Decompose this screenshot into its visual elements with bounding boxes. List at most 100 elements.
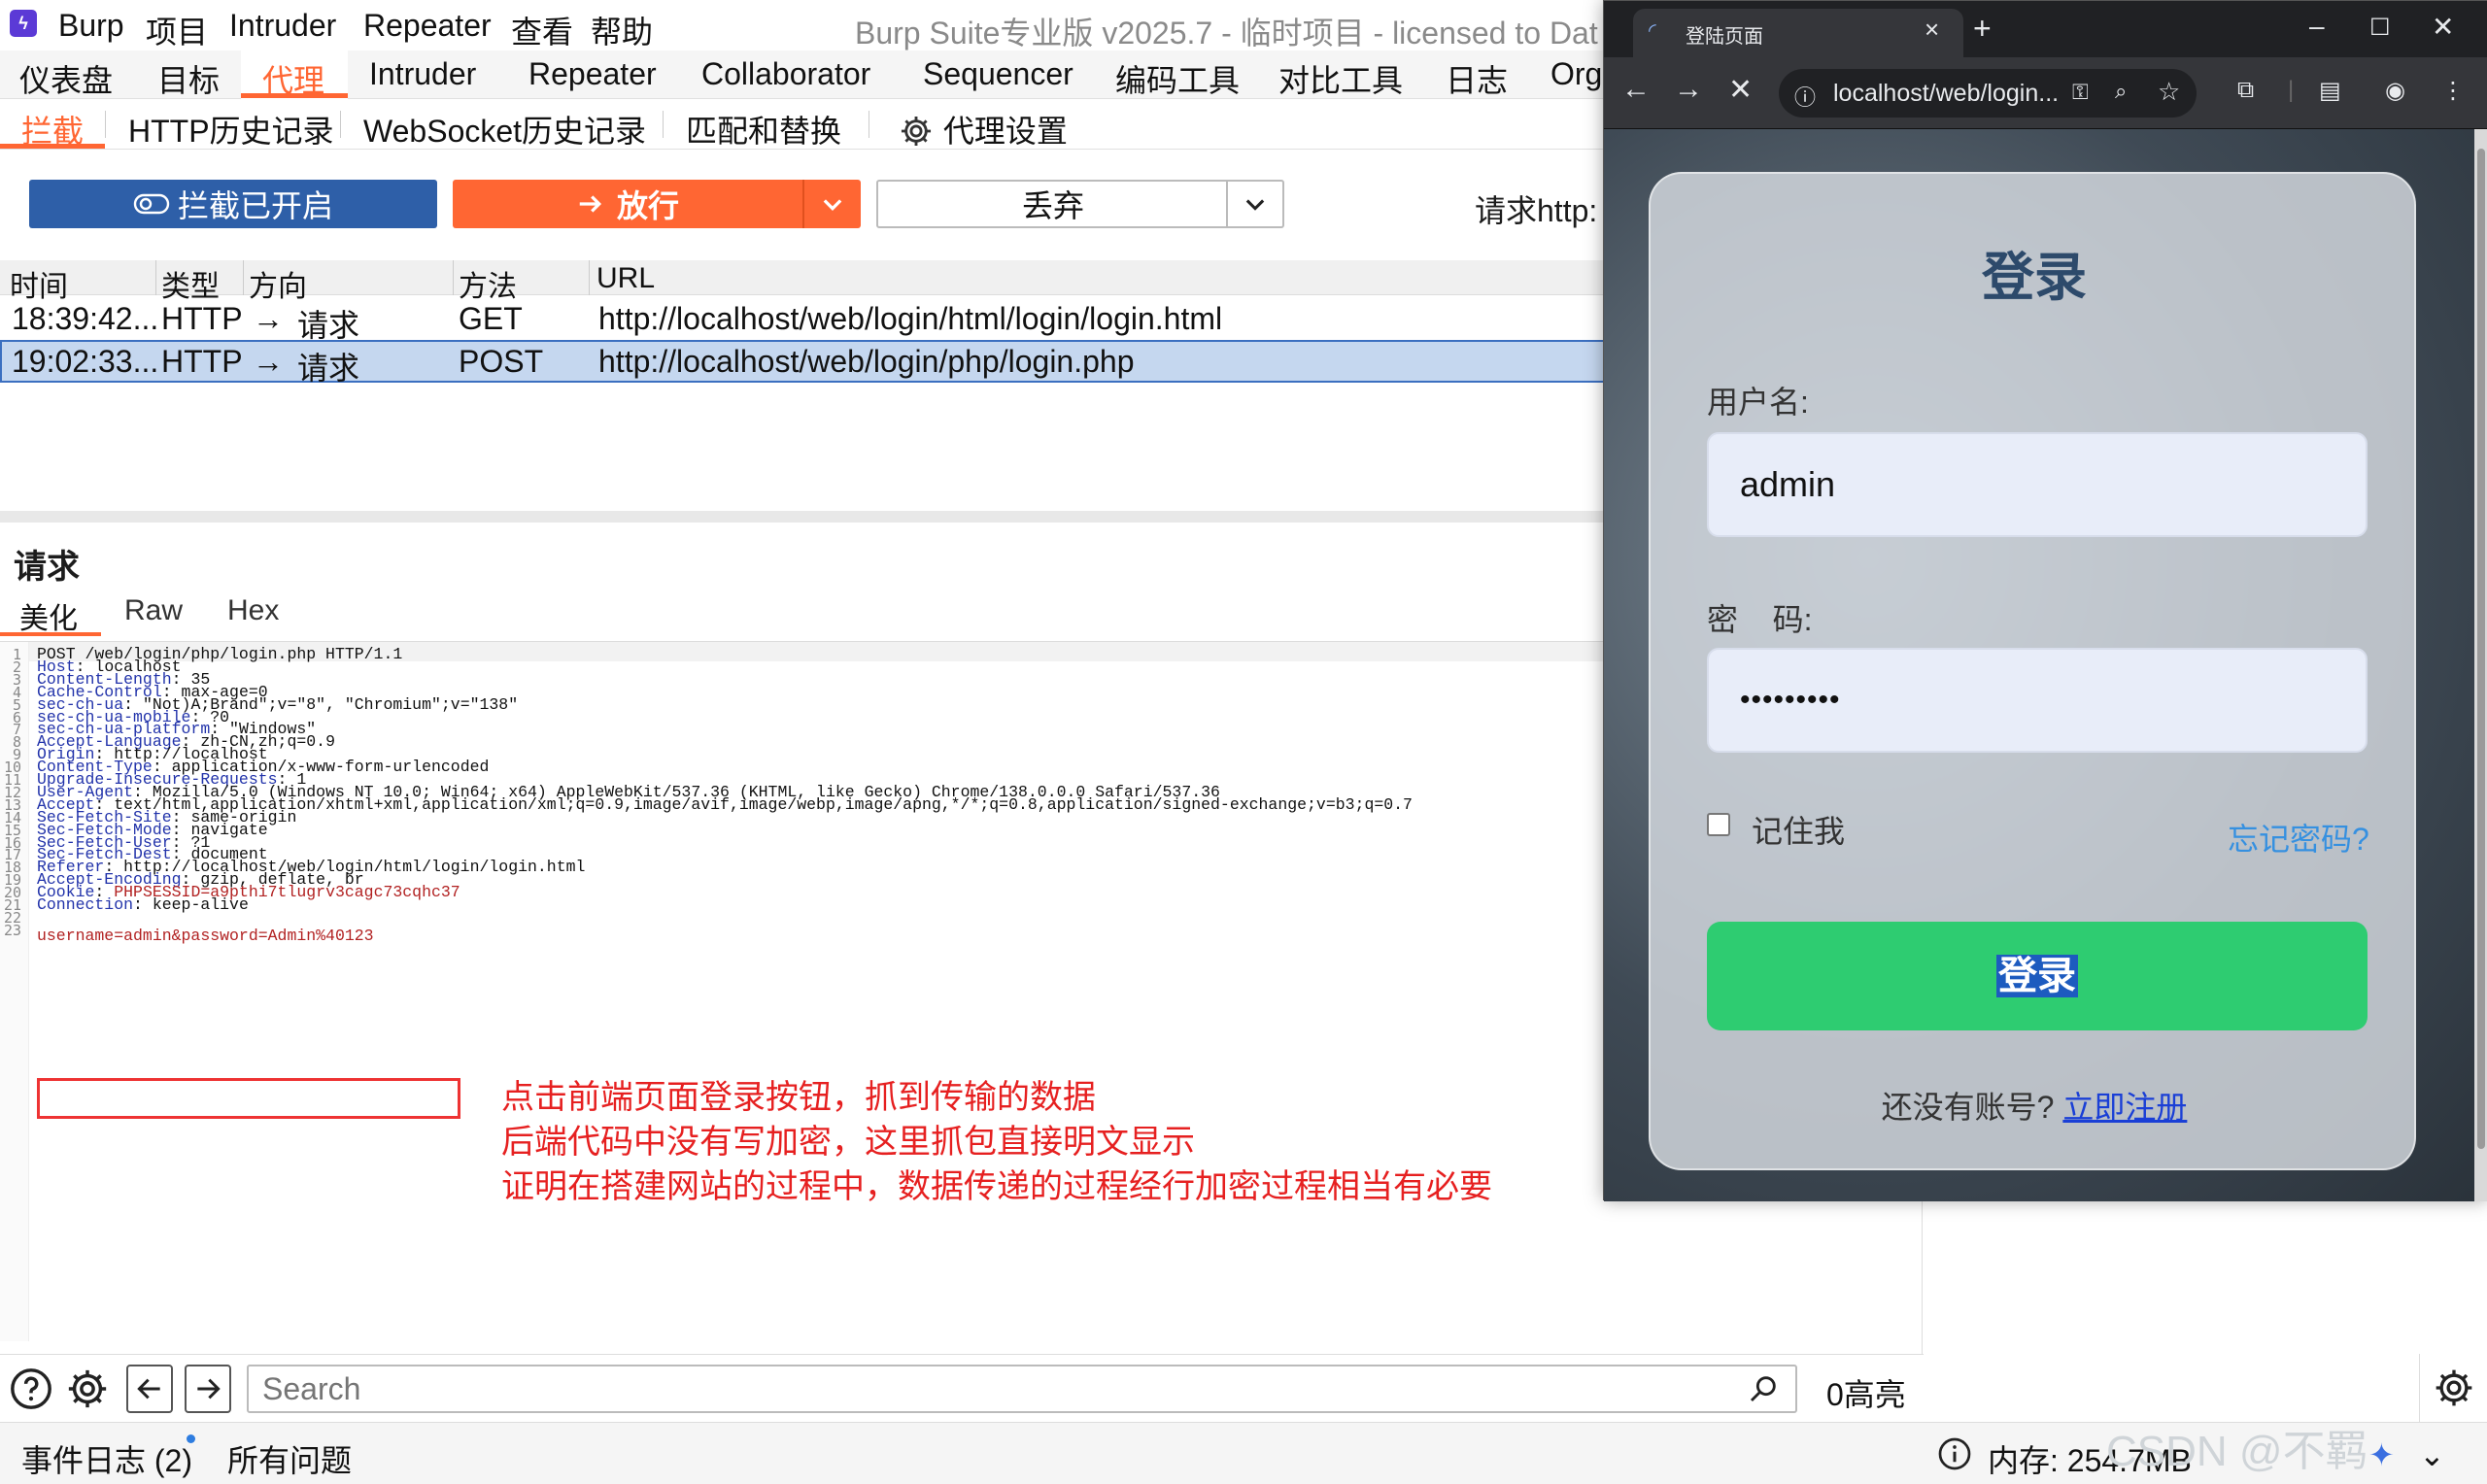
browser-tab-bar: ◜ 登陆页面 × + – ☐ ✕ [1604,1,2487,57]
zoom-icon[interactable]: ⌕ [2115,79,2127,104]
back-icon[interactable]: ← [1621,73,1651,106]
intercept-toggle-button[interactable]: 拦截已开启 [29,180,437,228]
login-button[interactable]: 登录 [1707,922,2368,1030]
menu-project[interactable]: 项目 [146,8,208,52]
scrollbar[interactable] [2474,129,2487,1201]
tab-decoder[interactable]: 编码工具 [1115,56,1240,101]
tab-organizer[interactable]: Org [1550,56,1602,92]
search-input[interactable] [247,1365,1797,1413]
notification-dot [187,1434,195,1443]
col-url[interactable]: URL [596,262,655,295]
tab-comparer[interactable]: 对比工具 [1278,56,1403,101]
browser-tab[interactable]: ◜ 登陆页面 × [1633,9,1963,57]
next-match-icon[interactable] [185,1365,231,1413]
tab-proxy-settings[interactable]: 代理设置 [898,107,1068,152]
menu-view[interactable]: 查看 [511,8,573,52]
password-input[interactable]: ••••••••• [1707,648,2368,753]
annotation-line: 点击前端页面登录按钮，抓到传输的数据 [501,1079,1096,1116]
tab-logger[interactable]: 日志 [1446,56,1508,101]
table-row[interactable]: 18:39:42... HTTP → 请求 GET http://localho… [0,297,1613,343]
all-issues-link[interactable]: 所有问题 [227,1436,352,1481]
proxy-tabs: 拦截 HTTP历史记录 WebSocket历史记录 匹配和替换 代理设置 [0,99,1613,150]
annotation-line: 证明在搭建网站的过程中，数据传递的过程经行加密过程相当有必要 [501,1168,1492,1205]
tab-hex[interactable]: Hex [227,594,279,627]
help-icon[interactable] [6,1365,56,1413]
split-divider[interactable] [0,511,1613,523]
info-icon[interactable] [1937,1436,1972,1473]
drop-button[interactable]: 丢弃 [876,180,1284,228]
stop-loading-icon[interactable]: ✕ [1728,73,1753,107]
header-value: text/html,application/xhtml+xml,applicat… [114,794,1413,814]
subtab-underline [0,632,101,636]
reading-list-icon[interactable]: ▤ [2319,77,2341,105]
tab-pretty[interactable]: 美化 [19,594,78,637]
table-row-selected[interactable]: 19:02:33... HTTP → 请求 POST http://localh… [0,340,1613,386]
address-text: localhost/web/login... [1833,80,2060,107]
search-icon[interactable] [1741,1368,1786,1409]
tab-websocket-history[interactable]: WebSocket历史记录 [363,107,646,152]
menu-intruder[interactable]: Intruder [229,8,336,44]
tab-match-replace[interactable]: 匹配和替换 [686,107,841,152]
inspector-settings-gear-icon[interactable] [2419,1354,2487,1422]
table-header: 时间 类型 方向 方法 URL [0,260,1613,303]
more-menu-icon[interactable]: ⋮ [2441,77,2465,105]
cell-direction: 请求 [297,351,360,386]
tab-http-history[interactable]: HTTP历史记录 [128,107,334,152]
request-info: 请求http: [1475,193,1598,228]
drop-label: 丢弃 [1021,188,1084,223]
tab-dashboard[interactable]: 仪表盘 [19,56,113,101]
tab-repeater[interactable]: Repeater [528,56,657,92]
scrollbar-thumb[interactable] [2477,149,2485,1149]
divider [340,111,341,138]
menu-help[interactable]: 帮助 [591,8,653,52]
sparkle-icon[interactable]: ✦ [2368,1436,2395,1473]
chevron-down-icon [1245,199,1265,211]
tab-collaborator[interactable]: Collaborator [701,56,870,92]
menu-burp[interactable]: Burp [58,8,124,44]
login-button-label: 登录 [1996,955,2078,997]
maximize-icon[interactable]: ☐ [2369,14,2391,42]
forward-icon[interactable]: → [1674,73,1703,106]
window-title: Burp Suite专业版 v2025.7 - 临时项目 - licensed … [855,16,1598,51]
site-info-icon[interactable]: ⓘ [1794,81,1816,112]
cell-url: http://localhost/web/login/php/login.php [598,344,1135,379]
cell-type: HTTP [161,344,243,379]
minimize-icon[interactable]: – [2309,11,2325,42]
prev-match-icon[interactable] [126,1365,173,1413]
menu-repeater[interactable]: Repeater [363,8,492,44]
event-log-link[interactable]: 事件日志 (2) [21,1436,192,1481]
request-editor[interactable]: 1 2 3 4 5 6 7 8 9 10 11 12 13 14 15 16 17 18 19 20 21 22 23 PO… [0,641,1613,1341]
register-link[interactable]: 立即注册 [2062,1090,2187,1125]
tab-target[interactable]: 目标 [157,56,220,101]
close-window-icon[interactable]: ✕ [2432,11,2454,43]
new-tab-icon[interactable]: + [1973,11,1992,47]
forward-button[interactable]: 放行 [453,180,861,228]
forgot-password-link[interactable]: 忘记密码? [2228,815,2369,860]
col-divider [453,260,454,295]
line-number: 23 [3,921,21,939]
drop-dropdown[interactable] [1226,182,1282,226]
password-key-icon[interactable]: ⚿ [2072,80,2089,105]
tab-sequencer[interactable]: Sequencer [923,56,1073,92]
password-label: 密 码: [1707,602,1813,637]
forward-label: 放行 [616,188,679,223]
extensions-icon[interactable]: ⧉ [2237,77,2254,104]
username-input[interactable]: admin [1707,432,2368,537]
remember-checkbox[interactable] [1707,813,1730,836]
direction-arrow-icon: → [253,344,284,379]
address-bar[interactable]: ⓘ localhost/web/login... ⚿ ⌕ ☆ [1779,69,2197,118]
close-tab-icon[interactable]: × [1925,15,1939,45]
chevron-down-icon[interactable]: ⌄ [2419,1436,2445,1473]
tab-intruder[interactable]: Intruder [369,56,476,92]
forward-dropdown[interactable] [802,180,861,228]
toggle-on-icon [133,193,170,215]
cell-url: http://localhost/web/login/html/login/lo… [598,301,1223,336]
line-gutter: 1 2 3 4 5 6 7 8 9 10 11 12 13 14 15 16 17 18 19 20 21 22 23 [0,642,29,1341]
col-divider [243,260,244,295]
intercept-label: 拦截已开启 [177,188,333,223]
profile-icon[interactable]: ◉ [2385,77,2405,105]
settings-gear-icon[interactable] [62,1365,113,1413]
bookmark-star-icon[interactable]: ☆ [2158,77,2180,107]
tab-raw[interactable]: Raw [124,594,183,627]
request-body: username=admin&password=Admin%40123 [37,926,374,945]
